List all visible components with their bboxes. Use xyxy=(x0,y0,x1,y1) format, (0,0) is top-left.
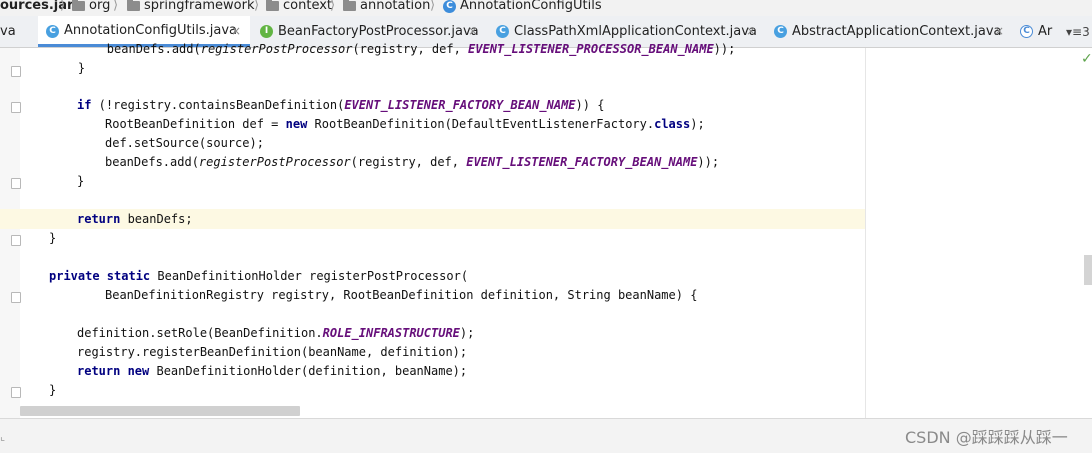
folder-icon xyxy=(72,0,85,11)
breadcrumb: ources.jar ⟩ org ⟩ springframework ⟩ con… xyxy=(0,0,1092,16)
code-line: if (!registry.containsBeanDefinition(EVE… xyxy=(77,98,605,112)
breadcrumb-class[interactable]: AnnotationConfigUtils xyxy=(460,0,602,14)
fold-marker-icon[interactable] xyxy=(11,102,21,113)
tab-list-dropdown[interactable]: ▾≡3 xyxy=(1066,25,1090,39)
watermark: CSDN @踩踩踩从踩一 xyxy=(905,428,1068,447)
folder-icon xyxy=(127,0,140,11)
code-line: return beanDefs; xyxy=(77,212,193,226)
breadcrumb-separator: ⟩ xyxy=(60,0,66,13)
fold-marker-icon[interactable] xyxy=(11,387,21,398)
code-line: registry.registerBeanDefinition(beanName… xyxy=(77,345,468,359)
breadcrumb-separator: ⟩ xyxy=(330,0,336,13)
code-line: def.setSource(source); xyxy=(105,136,264,150)
tab-abstractapplicationcontext[interactable]: C AbstractApplicationContext.java × xyxy=(766,16,1012,47)
folder-icon xyxy=(343,0,356,11)
tab-label: va xyxy=(0,24,16,39)
close-icon[interactable]: × xyxy=(994,16,1004,47)
code-line: private static BeanDefinitionHolder regi… xyxy=(49,269,469,283)
code-line: } xyxy=(49,383,57,397)
inspection-ok-icon[interactable]: ✓ xyxy=(1081,51,1092,67)
close-icon[interactable]: × xyxy=(746,16,756,47)
class-icon: C xyxy=(496,25,509,38)
tab-partial-right[interactable]: C Ar xyxy=(1014,16,1062,47)
folder-icon xyxy=(266,0,279,11)
code-line: beanDefs.add(registerPostProcessor(regis… xyxy=(49,42,736,56)
class-icon: C xyxy=(774,25,787,38)
fold-marker-icon[interactable] xyxy=(11,178,21,189)
corner-icon: ⌞ xyxy=(0,430,6,443)
code-line: beanDefs.add(registerPostProcessor(regis… xyxy=(105,155,720,169)
interface-icon: I xyxy=(260,25,273,38)
code-line: definition.setRole(BeanDefinition.ROLE_I… xyxy=(77,326,475,340)
code-line: } xyxy=(49,231,57,245)
right-margin-guide xyxy=(865,48,866,418)
breadcrumb-springframework[interactable]: springframework xyxy=(144,0,254,14)
class-icon: C xyxy=(443,0,456,13)
code-line: RootBeanDefinition def = new RootBeanDef… xyxy=(105,117,705,131)
class-icon: C xyxy=(1020,25,1033,38)
tab-label: AbstractApplicationContext.java xyxy=(792,24,1002,39)
class-icon: C xyxy=(46,25,59,38)
code-line: } xyxy=(77,174,85,188)
breadcrumb-context[interactable]: context xyxy=(283,0,332,14)
horizontal-scrollbar-thumb[interactable] xyxy=(20,406,300,416)
code-line: BeanDefinitionRegistry registry, RootBea… xyxy=(105,288,698,302)
fold-marker-icon[interactable] xyxy=(11,292,21,303)
fold-marker-icon[interactable] xyxy=(11,235,21,246)
breadcrumb-separator: ⟩ xyxy=(113,0,119,13)
tab-partial-left[interactable]: va xyxy=(0,16,36,47)
breadcrumb-separator: ⟩ xyxy=(254,0,260,13)
code-line: } xyxy=(49,61,86,75)
tab-label: Ar xyxy=(1038,24,1053,39)
fold-marker-icon[interactable] xyxy=(11,66,21,77)
breadcrumb-annotation[interactable]: annotation xyxy=(360,0,430,14)
breadcrumb-separator: ⟩ xyxy=(430,0,436,13)
vertical-scrollbar-thumb[interactable] xyxy=(1084,255,1092,285)
code-line: return new BeanDefinitionHolder(definiti… xyxy=(77,364,468,378)
breadcrumb-org[interactable]: org xyxy=(89,0,110,14)
